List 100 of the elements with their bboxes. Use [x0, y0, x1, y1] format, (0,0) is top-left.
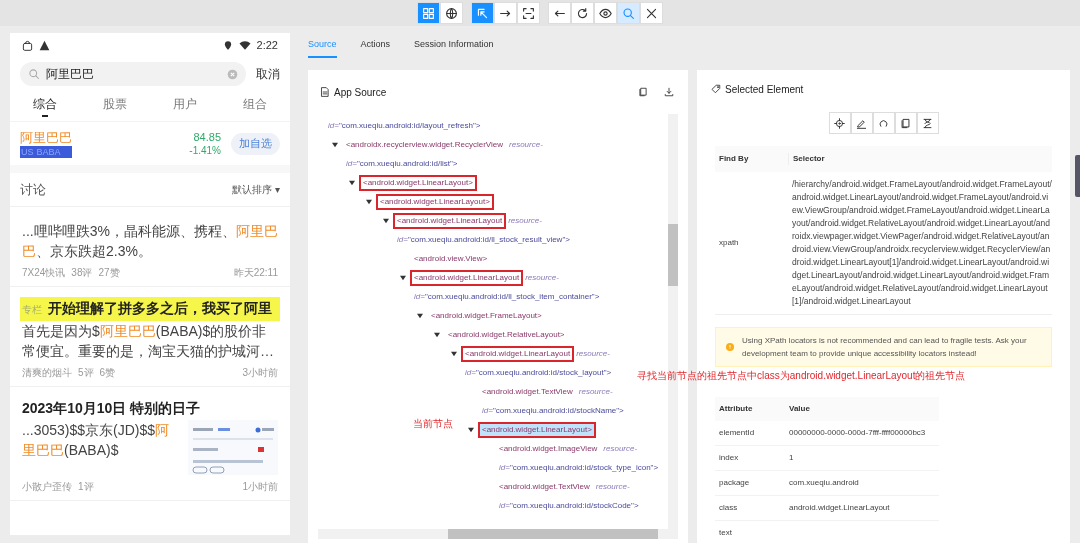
caret-icon[interactable]	[383, 217, 389, 224]
tree-node[interactable]: <android.widget.LinearLayout>	[480, 423, 594, 436]
column-header: Attribute	[718, 403, 754, 415]
annotation-text: 寻找当前节点的祖先节点中class为android.widget.LinearLayout的祖先节点	[637, 369, 966, 383]
like-count: 6赞	[99, 366, 116, 380]
status-time: 2:22	[256, 37, 278, 53]
caret-icon[interactable]	[468, 426, 474, 433]
tree-node[interactable]: <android.widget.RelativeLayout>	[446, 328, 567, 341]
tree-node[interactable]: <android.widget.LinearLayout>	[361, 176, 475, 189]
sort-dropdown[interactable]: 默认排序 ▾	[232, 182, 280, 197]
comment-count: 1评	[78, 480, 94, 494]
tree-node[interactable]: <android.widget.LinearLayout>	[378, 195, 492, 208]
attribute-name: resource-	[525, 271, 559, 284]
tree-node[interactable]: <android.widget.TextView	[480, 385, 575, 398]
warning-icon	[39, 39, 50, 51]
table-cell-text: android.widget.LinearLayout	[788, 502, 890, 514]
toolbar-button[interactable]	[548, 2, 571, 24]
tab[interactable]: 用户	[150, 91, 220, 121]
table-cell-text: /hierarchy/android.widget.FrameLayout/android.widget.FrameLayout/android.widget.LinearLayout/android.widget.FrameLayout/android.view.ViewGroup/android.widget.FrameLayout/android.widget.LinearLayout/android.widget.RelativeLayout/android.widget.LinearLayout/androidx.viewpager.widget.ViewPager/android.widget.RelativeLayout/android.view.ViewGroup/androidx.recyclerview.widget.RecyclerView/android.widget.LinearLayout[1]/android.widget.LinearLayout/android.widget.LinearLayout/android.widget.LinearLayout/android.widget.FrameLayout/android.widget.RelativeLayout/android.widget.LinearLayout[1]/android.widget.LinearLayout	[791, 178, 1052, 308]
search-field[interactable]: 阿里巴巴	[20, 62, 246, 86]
column-header: Find By	[718, 153, 750, 165]
tab[interactable]: 股票	[80, 91, 150, 121]
attribute-name: resource-	[603, 442, 638, 455]
attribute-name: resource-	[576, 347, 610, 360]
location-pin-icon	[222, 39, 233, 51]
refresh-icon	[576, 6, 589, 20]
tab[interactable]: 组合	[220, 91, 290, 121]
pencil-icon	[856, 117, 867, 129]
comment-count: 38评	[71, 266, 93, 280]
table-cell-text: index	[718, 452, 740, 464]
toolbar-button[interactable]	[494, 2, 517, 24]
globe-icon	[445, 6, 458, 20]
tree-node[interactable]: <android.widget.TextView	[497, 480, 592, 493]
bag-icon	[22, 39, 33, 51]
caret-icon[interactable]	[451, 350, 457, 357]
tab[interactable]: Actions	[360, 38, 391, 58]
annotation-text: 当前节点	[413, 417, 453, 431]
tree-node[interactable]: <android.view.View>	[412, 252, 490, 265]
caret-icon[interactable]	[417, 312, 423, 319]
stock-code: US BABA	[20, 145, 72, 158]
post-author: 小散户歪传	[22, 480, 72, 494]
comment-count: 5评	[78, 366, 94, 380]
attribute-name: resource-	[508, 214, 542, 227]
caret-icon[interactable]	[349, 179, 355, 186]
caret-icon[interactable]	[366, 198, 372, 205]
toolbar-button[interactable]	[640, 2, 663, 24]
action-button[interactable]	[850, 112, 873, 134]
caret-icon[interactable]	[332, 141, 338, 148]
grid-icon	[422, 6, 435, 20]
cancel-button[interactable]: 取消	[256, 65, 280, 83]
post-time: 昨天22:11	[233, 266, 278, 280]
tab[interactable]: 综合	[10, 91, 80, 121]
toolbar-button[interactable]	[571, 2, 594, 24]
vertical-scrollbar[interactable]	[668, 114, 678, 529]
table-cell-text: package	[718, 477, 751, 489]
panel-title: Selected Element	[725, 82, 804, 97]
caret-icon[interactable]	[400, 274, 406, 281]
tree-node[interactable]: <android.widget.LinearLayout	[463, 347, 573, 360]
table-cell-text: 1	[788, 452, 794, 464]
add-watchlist-button[interactable]: 加自选	[231, 132, 280, 155]
action-button[interactable]	[916, 112, 939, 134]
tree-node[interactable]: <android.widget.ImageView	[497, 442, 600, 455]
table-cell-text: xpath	[718, 237, 740, 249]
wifi-icon	[238, 39, 251, 51]
expand-icon	[522, 6, 535, 20]
table-cell-text: elementId	[718, 427, 756, 439]
tree-node[interactable]: <android.widget.FrameLayout>	[429, 309, 544, 322]
tree-node[interactable]: <androidx.recyclerview.widget.RecyclerView	[344, 138, 506, 151]
stock-price: 84.85	[193, 129, 221, 144]
action-button[interactable]	[872, 112, 895, 134]
copy-button[interactable]	[636, 85, 650, 99]
copy-icon	[638, 87, 648, 97]
post-time: 1小时前	[242, 480, 278, 494]
section-title: 讨论	[20, 180, 47, 199]
attribute-name: resource-	[578, 385, 613, 398]
toolbar-button[interactable]	[440, 2, 463, 24]
table-cell-text: text	[718, 527, 733, 539]
tree-node[interactable]: <android.widget.LinearLayout	[412, 271, 522, 284]
panel-title: App Source	[334, 85, 388, 100]
close-icon	[645, 6, 658, 20]
action-button[interactable]	[894, 112, 917, 134]
post-time: 3小时前	[242, 366, 278, 380]
warning-icon	[726, 343, 734, 351]
search-icon	[28, 68, 40, 80]
download-button[interactable]	[662, 85, 676, 99]
post-title[interactable]: 专栏 开始理解了拼多多之后，我买了阿里	[22, 299, 278, 319]
attribute-name: resource-	[509, 138, 543, 151]
column-header: Value	[788, 403, 810, 415]
table-cell-text: 00000000-0000-000d-7fff-ffff00000bc3	[788, 427, 926, 439]
toolbar-button[interactable]	[594, 2, 617, 24]
action-button[interactable]	[828, 112, 851, 134]
post-excerpt: ...3053)$$京东(JD)$$阿里巴巴(BABA)$	[22, 421, 171, 460]
post-author: 清爽的烟斗	[22, 366, 72, 380]
tab[interactable]: Session Information	[414, 38, 494, 58]
horizontal-scrollbar[interactable]	[318, 529, 678, 539]
attribute-value: id="com.xueqiu.android:id/layout_refresh">	[328, 119, 481, 132]
stock-change: -1.41%	[189, 143, 221, 158]
tree-node[interactable]: <android.widget.LinearLayout	[395, 214, 505, 227]
toolbar-button[interactable]	[517, 2, 540, 24]
caret-icon[interactable]	[434, 331, 440, 338]
